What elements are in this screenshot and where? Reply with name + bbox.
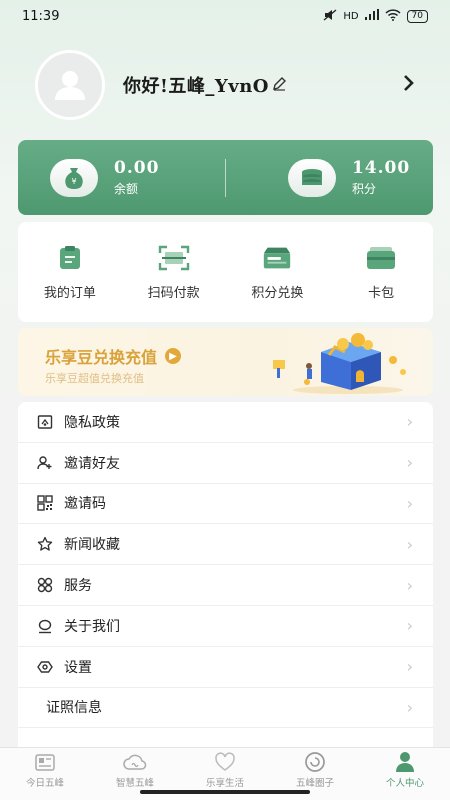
menu-item-label: 隐私政策 — [64, 414, 120, 431]
banner-title: 乐享豆兑换充值 ▶ — [45, 344, 182, 368]
coins-icon — [287, 158, 336, 197]
tab-label: 今日五峰 — [25, 778, 64, 789]
menu-item-services[interactable]: 服务 › — [18, 565, 433, 606]
svg-text:¥: ¥ — [71, 177, 76, 186]
signal-icon — [364, 9, 379, 23]
avatar[interactable] — [35, 50, 105, 120]
settings-icon — [36, 658, 54, 676]
menu-item-invite-friends[interactable]: 邀请好友 › — [18, 443, 433, 484]
quick-action-cards[interactable]: 卡包 — [329, 244, 433, 301]
menu-item-license-info[interactable]: 证照信息 › — [18, 688, 433, 729]
circle-icon — [303, 751, 327, 773]
chevron-right-icon: › — [406, 657, 413, 677]
news-icon — [33, 751, 57, 773]
quick-action-label: 卡包 — [368, 285, 395, 301]
tab-label: 乐享生活 — [205, 778, 244, 789]
quick-action-label: 扫码付款 — [147, 285, 200, 301]
star-icon — [36, 535, 54, 553]
cloud-icon — [123, 751, 147, 773]
menu-item-label: 邀请码 — [64, 496, 106, 513]
chevron-right-icon: › — [406, 697, 413, 717]
chevron-right-icon: › — [406, 616, 413, 636]
chevron-right-icon: › — [406, 453, 413, 473]
promo-banner[interactable]: 乐享豆兑换充值 ▶ 乐享豆超值兑换充值 — [18, 328, 433, 396]
edit-icon[interactable] — [272, 76, 287, 95]
about-icon — [36, 617, 54, 635]
battery-icon: 70 — [406, 9, 428, 23]
settings-menu: 隐私政策 › 邀请好友 › 邀请码 › 新闻收藏 › 服务 › 关于我们 › 设… — [18, 402, 433, 747]
chevron-right-icon: › — [406, 534, 413, 554]
chevron-right-icon: › — [406, 493, 413, 513]
scan-icon — [158, 244, 190, 272]
network-type-label: HD — [343, 10, 359, 22]
menu-item-label: 服务 — [64, 578, 92, 595]
mute-icon — [323, 9, 337, 24]
menu-item-settings[interactable]: 设置 › — [18, 647, 433, 688]
menu-item-label: 新闻收藏 — [64, 537, 120, 554]
menu-item-label: 邀请好友 — [64, 455, 120, 472]
quick-action-orders[interactable]: 我的订单 — [18, 244, 122, 301]
tab-personal-center[interactable]: 个人中心 — [360, 748, 450, 800]
home-indicator[interactable] — [140, 790, 310, 794]
gift-box-illustration — [263, 330, 413, 396]
menu-item-label: 设置 — [64, 659, 92, 676]
menu-item-label: 证照信息 — [46, 700, 102, 717]
arrow-right-icon: ▶ — [165, 348, 182, 364]
menu-item-label: 关于我们 — [64, 618, 120, 635]
qrcode-icon — [36, 494, 54, 512]
wallet-card: ¥ 0.00 余额 14.00 积分 — [18, 140, 433, 215]
points-section[interactable]: 14.00 积分 — [226, 158, 433, 197]
tab-label: 个人中心 — [385, 778, 424, 789]
card-icon — [365, 244, 397, 272]
wifi-icon — [385, 8, 401, 24]
points-value: 14.00 — [351, 158, 411, 178]
status-time: 11:39 — [22, 8, 60, 24]
user-greeting: 你好!五峰_YvnO — [123, 76, 269, 97]
order-icon — [54, 244, 86, 272]
balance-section[interactable]: ¥ 0.00 余额 — [18, 158, 225, 197]
quick-action-label: 我的订单 — [43, 285, 96, 301]
exchange-icon — [261, 244, 293, 272]
banner-subtitle: 乐享豆超值兑换充值 — [45, 372, 144, 385]
person-icon — [393, 751, 417, 773]
balance-value: 0.00 — [114, 158, 160, 178]
privacy-icon — [36, 413, 54, 431]
profile-header[interactable]: 你好!五峰_YvnO — [0, 50, 450, 120]
chevron-right-icon[interactable] — [403, 73, 415, 98]
tab-label: 五峰圈子 — [295, 778, 334, 789]
menu-item-about-us[interactable]: 关于我们 › — [18, 606, 433, 647]
tab-label: 智慧五峰 — [115, 778, 154, 789]
balance-label: 余额 — [114, 182, 139, 196]
menu-item-news-favorites[interactable]: 新闻收藏 › — [18, 524, 433, 566]
banner-title-text: 乐享豆兑换充值 — [45, 348, 158, 367]
service-icon — [36, 576, 54, 594]
menu-item-privacy[interactable]: 隐私政策 › — [18, 402, 433, 443]
money-bag-icon: ¥ — [50, 158, 98, 197]
chevron-right-icon: › — [406, 575, 413, 595]
points-label: 积分 — [351, 182, 376, 196]
status-bar: 11:39 HD 70 — [0, 0, 450, 32]
status-icons: HD 70 — [323, 8, 428, 24]
tab-today-wufeng[interactable]: 今日五峰 — [0, 748, 90, 800]
quick-actions: 我的订单 扫码付款 积分兑换 卡包 — [18, 222, 433, 322]
quick-action-exchange[interactable]: 积分兑换 — [226, 244, 330, 301]
menu-item-invite-code[interactable]: 邀请码 › — [18, 484, 433, 525]
quick-action-label: 积分兑换 — [251, 285, 304, 301]
heart-icon — [213, 751, 237, 773]
quick-action-scan[interactable]: 扫码付款 — [122, 244, 226, 301]
user-silhouette-icon — [55, 71, 85, 100]
invite-friend-icon — [36, 454, 54, 472]
chevron-right-icon: › — [406, 412, 413, 432]
